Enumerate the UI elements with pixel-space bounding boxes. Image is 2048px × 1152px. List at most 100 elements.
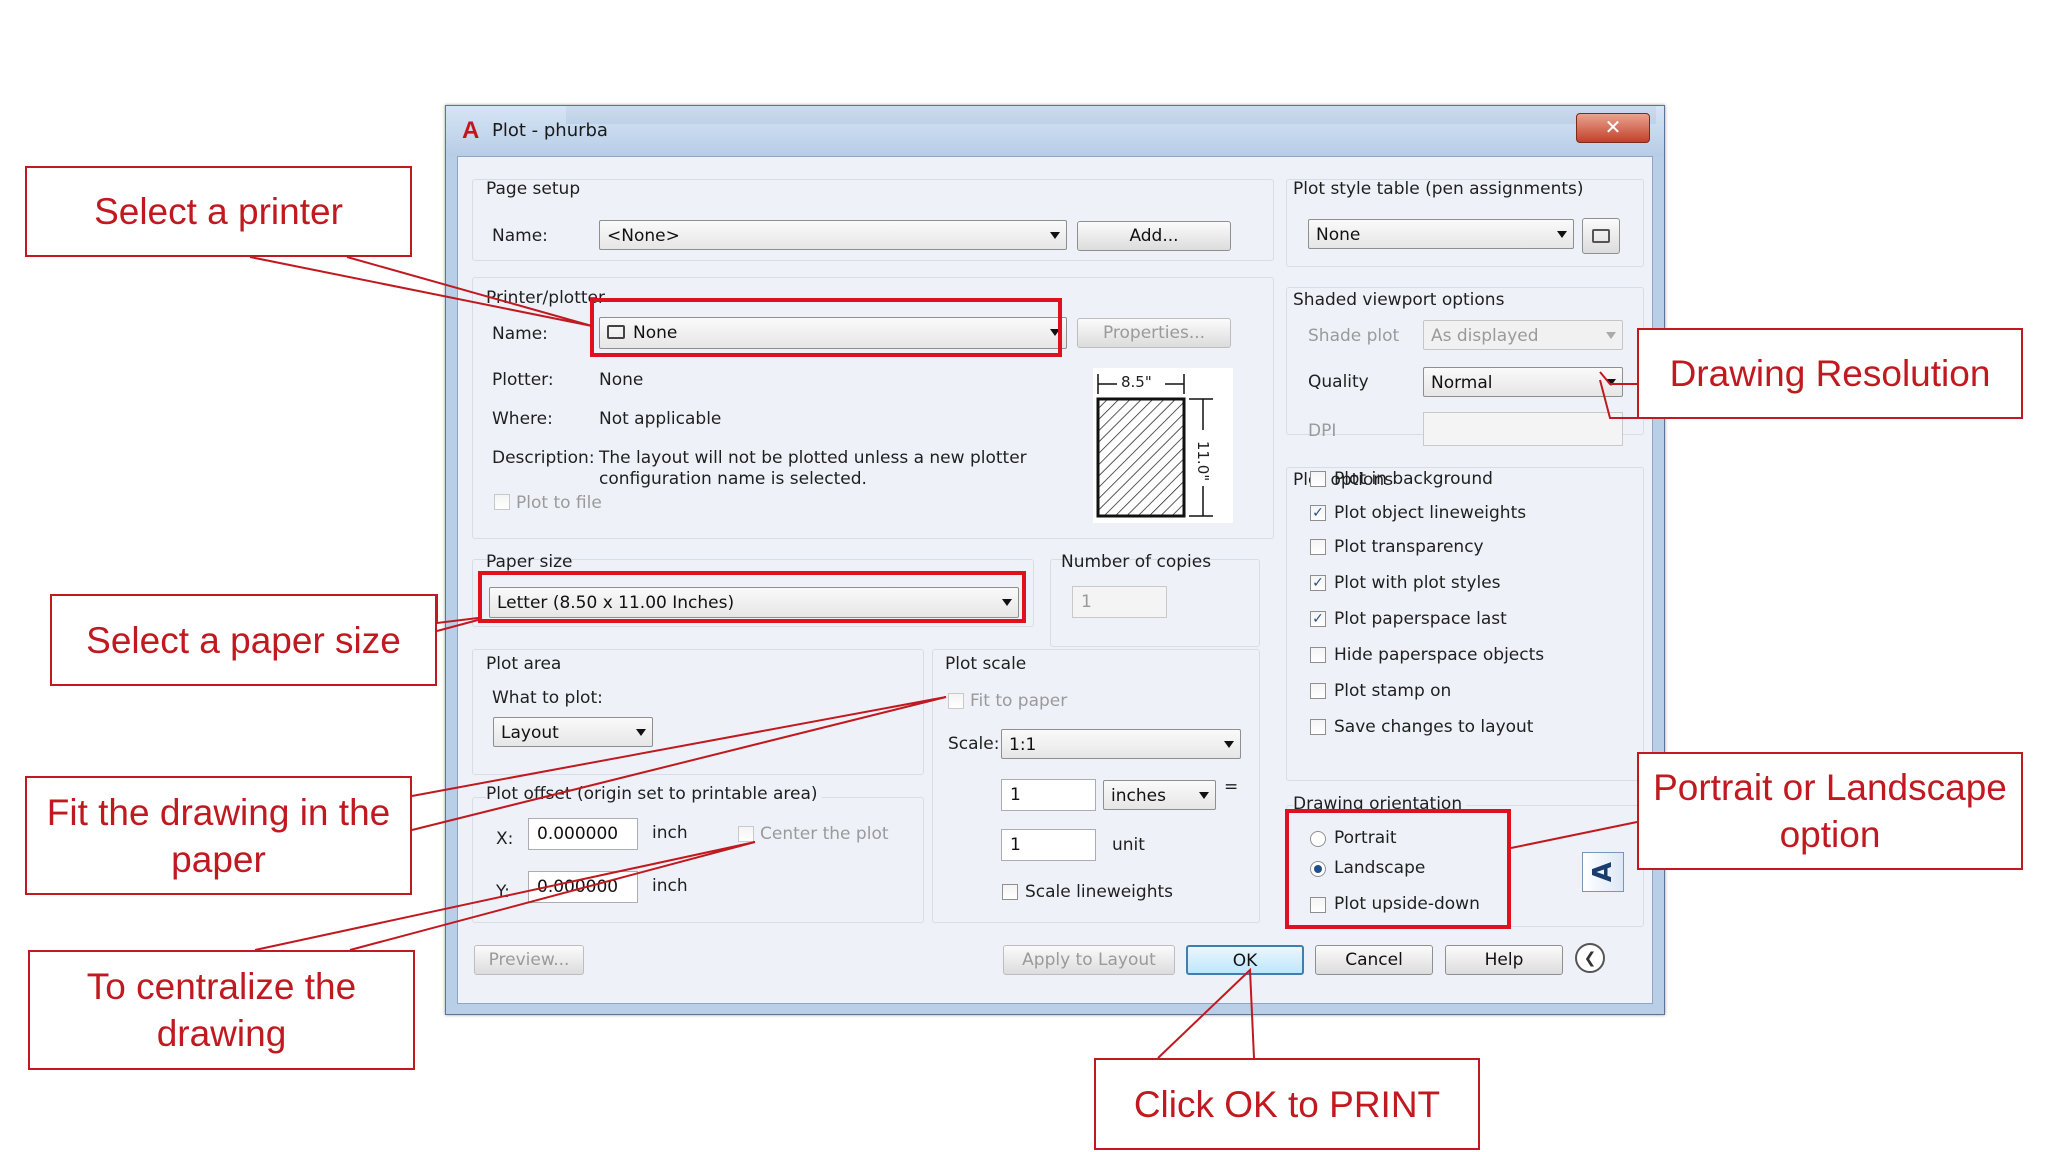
callout-fit-drawing: Fit the drawing in the paper bbox=[25, 776, 412, 895]
scale-lineweights-label: Scale lineweights bbox=[1025, 882, 1173, 902]
offset-x-input[interactable]: 0.000000 bbox=[528, 818, 638, 850]
offset-y-unit: inch bbox=[652, 876, 688, 896]
description-line-2: configuration name is selected. bbox=[599, 469, 867, 489]
center-plot-label: Center the plot bbox=[760, 824, 889, 844]
properties-button[interactable]: Properties... bbox=[1077, 318, 1231, 348]
plot-option-label: Plot in background bbox=[1334, 469, 1493, 489]
chevron-down-icon bbox=[1224, 741, 1234, 748]
scale-unit-select[interactable]: inches bbox=[1103, 780, 1216, 810]
description-label: Description: bbox=[492, 448, 595, 468]
offset-y-value: 0.000000 bbox=[537, 877, 619, 897]
callout-fit-line-2: paper bbox=[171, 838, 266, 880]
scale-unit-value: inches bbox=[1111, 786, 1166, 806]
printer-name-label: Name: bbox=[492, 324, 548, 344]
offset-y-input[interactable]: 0.000000 bbox=[528, 871, 638, 903]
offset-y-label: Y: bbox=[496, 882, 510, 902]
page-setup-name-label: Name: bbox=[492, 226, 548, 246]
paper-preview: 8.5" 11.0" bbox=[1093, 368, 1233, 523]
plot-style-label: Plot style table (pen assignments) bbox=[1293, 179, 1584, 199]
more-options-button[interactable]: ❮ bbox=[1575, 943, 1605, 973]
plot-option-label: Plot paperspace last bbox=[1334, 609, 1507, 629]
plot-option-checkbox[interactable]: ✓ bbox=[1310, 575, 1326, 591]
cancel-button[interactable]: Cancel bbox=[1315, 945, 1433, 975]
copies-label: Number of copies bbox=[1061, 552, 1212, 572]
shaded-viewport-label: Shaded viewport options bbox=[1293, 290, 1505, 310]
plot-to-file-label: Plot to file bbox=[516, 493, 602, 513]
chevron-down-icon bbox=[1557, 231, 1567, 238]
scale-value: 1:1 bbox=[1009, 735, 1037, 755]
center-plot-checkbox[interactable] bbox=[738, 826, 754, 842]
callout-orient-line-2: option bbox=[1779, 814, 1881, 855]
offset-x-unit: inch bbox=[652, 823, 688, 843]
plot-option-checkbox[interactable] bbox=[1310, 719, 1326, 735]
where-label: Where: bbox=[492, 409, 553, 429]
quality-select[interactable]: Normal bbox=[1423, 367, 1623, 397]
copies-spinner[interactable]: 1 bbox=[1072, 586, 1167, 618]
plot-option-checkbox[interactable]: ✓ bbox=[1310, 505, 1326, 521]
scale-numerator-input[interactable]: 1 bbox=[1001, 779, 1096, 811]
page-setup-name-select[interactable]: <None> bbox=[599, 220, 1067, 250]
scale-denominator-value: 1 bbox=[1010, 835, 1021, 855]
plot-option-checkbox[interactable] bbox=[1310, 683, 1326, 699]
plotter-label: Plotter: bbox=[492, 370, 554, 390]
what-to-plot-label: What to plot: bbox=[492, 688, 603, 708]
fit-to-paper-checkbox[interactable] bbox=[948, 693, 964, 709]
preview-button[interactable]: Preview... bbox=[474, 945, 584, 975]
plot-option-label: Plot transparency bbox=[1334, 537, 1484, 557]
equals-sign: = bbox=[1224, 777, 1239, 797]
quality-value: Normal bbox=[1431, 373, 1493, 393]
shade-plot-select[interactable]: As displayed bbox=[1423, 320, 1623, 350]
quality-label: Quality bbox=[1308, 372, 1369, 392]
copies-value: 1 bbox=[1081, 592, 1092, 612]
plot-option-label: Plot with plot styles bbox=[1334, 573, 1501, 593]
callout-center-line-2: drawing bbox=[156, 1013, 287, 1054]
ok-button[interactable]: OK bbox=[1186, 945, 1304, 975]
scale-select[interactable]: 1:1 bbox=[1001, 729, 1241, 759]
page-setup-label: Page setup bbox=[486, 179, 581, 199]
chevron-down-icon bbox=[636, 729, 646, 736]
what-to-plot-select[interactable]: Layout bbox=[493, 717, 653, 747]
add-button[interactable]: Add... bbox=[1077, 221, 1231, 251]
edit-plot-style-button[interactable] bbox=[1582, 218, 1620, 254]
where-value: Not applicable bbox=[599, 409, 722, 429]
title-bar[interactable]: A Plot - phurba ✕ bbox=[446, 106, 1664, 156]
what-to-plot-value: Layout bbox=[501, 723, 559, 743]
printer-group-label: Printer/plotter bbox=[486, 288, 605, 308]
callout-ok-text: Click OK to PRINT bbox=[1133, 1083, 1441, 1125]
shade-plot-label: Shade plot bbox=[1308, 326, 1400, 346]
chevron-down-icon bbox=[1050, 232, 1060, 239]
help-button[interactable]: Help bbox=[1445, 945, 1563, 975]
plot-option-label: Plot stamp on bbox=[1334, 681, 1452, 701]
callout-printer-text: Select a printer bbox=[94, 191, 343, 232]
window-title: Plot - phurba bbox=[492, 120, 608, 141]
table-icon bbox=[1592, 229, 1610, 243]
scale-numerator-value: 1 bbox=[1010, 785, 1021, 805]
callout-select-printer: Select a printer bbox=[25, 166, 412, 257]
plot-option-checkbox[interactable] bbox=[1310, 539, 1326, 555]
callout-fit-line-1: Fit the drawing in the bbox=[46, 791, 391, 833]
plot-offset-group bbox=[472, 797, 924, 923]
scale-denominator-unit: unit bbox=[1112, 835, 1145, 855]
dpi-input[interactable] bbox=[1423, 412, 1623, 446]
scale-denominator-input[interactable]: 1 bbox=[1001, 829, 1096, 861]
background-ribbon-strip bbox=[566, 106, 1656, 124]
plot-option-checkbox[interactable]: ✓ bbox=[1310, 611, 1326, 627]
apply-to-layout-button[interactable]: Apply to Layout bbox=[1003, 945, 1175, 975]
plot-to-file-checkbox[interactable] bbox=[494, 494, 510, 510]
printer-highlight-box bbox=[590, 298, 1062, 357]
close-button[interactable]: ✕ bbox=[1576, 113, 1650, 143]
plot-style-select[interactable]: None bbox=[1308, 219, 1574, 249]
scale-lineweights-checkbox[interactable] bbox=[1002, 884, 1018, 900]
callout-select-paper-size: Select a paper size bbox=[50, 594, 437, 686]
callout-resolution-text: Drawing Resolution bbox=[1669, 353, 1991, 394]
description-line-1: The layout will not be plotted unless a … bbox=[599, 448, 1027, 468]
callout-drawing-resolution: Drawing Resolution bbox=[1637, 328, 2023, 419]
orientation-preview-icon: A bbox=[1582, 852, 1624, 892]
callout-orient-line-1: Portrait or Landscape bbox=[1653, 767, 2007, 808]
plot-option-checkbox[interactable] bbox=[1310, 471, 1326, 487]
callout-orientation: Portrait or Landscape option bbox=[1637, 752, 2023, 870]
preview-width-label: 8.5" bbox=[1121, 373, 1152, 391]
plot-option-checkbox[interactable] bbox=[1310, 647, 1326, 663]
offset-x-value: 0.000000 bbox=[537, 824, 619, 844]
callout-click-ok: Click OK to PRINT bbox=[1094, 1058, 1480, 1150]
